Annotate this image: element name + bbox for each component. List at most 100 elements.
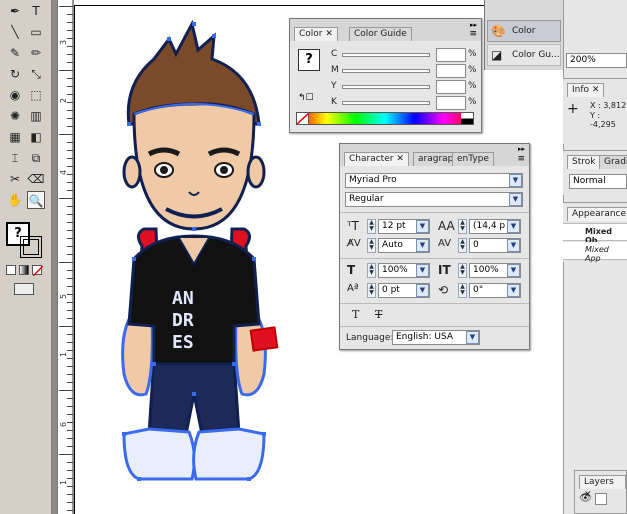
stepper-arrows[interactable]: ▲ ▼ bbox=[458, 238, 467, 253]
ruler-tick bbox=[67, 302, 73, 303]
zoom-field[interactable]: 200% bbox=[566, 53, 627, 68]
mesh-tool[interactable]: ▦ bbox=[6, 128, 24, 146]
tab-info[interactable]: Info ✕ bbox=[567, 83, 605, 97]
hand-tool[interactable]: ✋ bbox=[6, 191, 24, 209]
baseline-shift-field[interactable]: 0 pt ▼ bbox=[378, 283, 430, 298]
font-family-select[interactable]: Myriad Pro ▼ bbox=[345, 173, 523, 188]
ruler-tick bbox=[67, 478, 73, 479]
horizontal-scale-field[interactable]: 100% ▼ bbox=[378, 263, 430, 278]
channel-unit: % bbox=[468, 81, 477, 91]
ruler-tick bbox=[67, 406, 73, 407]
eraser-tool[interactable]: ⌫ bbox=[27, 170, 45, 188]
none-mode-icon[interactable] bbox=[32, 265, 44, 277]
tab-appearance[interactable]: Appearance bbox=[567, 207, 627, 221]
chevron-down-icon[interactable]: ▼ bbox=[507, 220, 520, 233]
stepper-arrows[interactable]: ▲ ▼ bbox=[458, 263, 467, 278]
scale-tool[interactable]: ⤡ bbox=[27, 65, 45, 83]
tab-color[interactable]: Color ✕ bbox=[294, 27, 338, 41]
channel-value-field[interactable] bbox=[436, 64, 466, 78]
zoom-tool[interactable]: 🔍 bbox=[27, 191, 45, 209]
panel-collapse-icon[interactable]: ▸▸ bbox=[470, 21, 477, 29]
channel-value-field[interactable] bbox=[436, 80, 466, 94]
chevron-down-icon[interactable]: ▼ bbox=[507, 239, 520, 252]
list-item[interactable]: Mixed App bbox=[563, 242, 627, 263]
kerning-field[interactable]: Auto ▼ bbox=[378, 238, 430, 253]
none-swap-icon[interactable]: ↰☐ bbox=[298, 93, 314, 103]
tab-gradient[interactable]: Gradie bbox=[599, 155, 627, 169]
chevron-down-icon[interactable]: ▼ bbox=[466, 331, 479, 344]
warp-tool[interactable]: ◉ bbox=[6, 86, 24, 104]
channel-value-field[interactable] bbox=[436, 48, 466, 62]
pen-tool[interactable]: ✒ bbox=[6, 2, 24, 20]
chevron-down-icon[interactable]: ▼ bbox=[507, 264, 520, 277]
none-swatch[interactable] bbox=[296, 112, 310, 125]
stepper-arrows[interactable]: ▲ ▼ bbox=[458, 219, 467, 234]
channel-slider[interactable] bbox=[342, 69, 430, 73]
gradient-mode-icon[interactable] bbox=[19, 265, 29, 275]
tab-opentype[interactable]: enType bbox=[452, 152, 494, 166]
channel-row: M% bbox=[290, 64, 480, 78]
blend-tool[interactable]: ⧉ bbox=[27, 149, 45, 167]
blend-mode-select[interactable]: Normal bbox=[569, 174, 627, 189]
rotate-tool[interactable]: ↻ bbox=[6, 65, 24, 83]
paintbrush-tool[interactable]: ✎ bbox=[6, 44, 24, 62]
chevron-down-icon[interactable]: ▼ bbox=[416, 239, 429, 252]
panel-menu-icon[interactable]: ≡ bbox=[469, 29, 477, 39]
character-rotation-field[interactable]: 0° ▼ bbox=[469, 283, 521, 298]
chevron-down-icon[interactable]: ▼ bbox=[416, 264, 429, 277]
dock-button-color[interactable]: 🎨 Color bbox=[487, 20, 561, 42]
underline-icon[interactable]: T bbox=[352, 308, 359, 321]
leading-field[interactable]: (14,4 p ▼ bbox=[469, 219, 521, 234]
chevron-down-icon[interactable]: ▼ bbox=[509, 193, 522, 206]
tab-color-guide[interactable]: Color Guide bbox=[349, 27, 412, 41]
vertical-scale-field[interactable]: 100% ▼ bbox=[469, 263, 521, 278]
font-size-field[interactable]: 12 pt ▼ bbox=[378, 219, 430, 234]
tab-layers[interactable]: Layers ✕ bbox=[579, 475, 626, 500]
screen-mode-icon[interactable] bbox=[14, 283, 34, 295]
symbol-sprayer-tool[interactable]: ✺ bbox=[6, 107, 24, 125]
channel-value-field[interactable] bbox=[436, 96, 466, 110]
channel-slider[interactable] bbox=[342, 101, 430, 105]
black-white-swatch[interactable] bbox=[461, 113, 473, 124]
panel-collapse-icon[interactable]: ▸▸ bbox=[518, 145, 525, 153]
free-transform-tool[interactable]: ⬚ bbox=[27, 86, 45, 104]
chevron-down-icon[interactable]: ▼ bbox=[507, 284, 520, 297]
ruler-tick bbox=[67, 142, 73, 143]
color-spectrum-bar[interactable] bbox=[296, 112, 474, 125]
strikethrough-icon[interactable]: T bbox=[375, 308, 382, 321]
chevron-down-icon[interactable]: ▼ bbox=[416, 220, 429, 233]
tab-character[interactable]: Character ✕ bbox=[344, 152, 409, 166]
ruler-tick bbox=[67, 54, 73, 55]
language-select[interactable]: English: USA ▼ bbox=[392, 330, 480, 345]
chevron-down-icon[interactable]: ▼ bbox=[416, 284, 429, 297]
pencil-tool[interactable]: ✏ bbox=[27, 44, 45, 62]
panel-menu-icon[interactable]: ≡ bbox=[517, 154, 525, 164]
column-graph-tool[interactable]: ▥ bbox=[27, 107, 45, 125]
stepper-arrows[interactable]: ▲ ▼ bbox=[367, 283, 376, 298]
close-icon[interactable]: ✕ bbox=[325, 29, 333, 39]
stepper-arrows[interactable]: ▲ ▼ bbox=[367, 238, 376, 253]
dock-button-color-guide[interactable]: ◪ Color Gu... bbox=[487, 44, 561, 66]
stepper-arrows[interactable]: ▲ ▼ bbox=[458, 283, 467, 298]
slice-tool[interactable]: ✂ bbox=[6, 170, 24, 188]
lock-toggle[interactable] bbox=[595, 493, 607, 505]
stepper-arrows[interactable]: ▲ ▼ bbox=[367, 263, 376, 278]
chevron-down-icon[interactable]: ▼ bbox=[509, 174, 522, 187]
channel-slider[interactable] bbox=[342, 85, 430, 89]
rectangle-tool[interactable]: ▭ bbox=[27, 23, 45, 41]
tab-stroke[interactable]: Strok bbox=[567, 155, 601, 169]
channel-slider[interactable] bbox=[342, 53, 430, 57]
character-artwork[interactable]: AN DR ES bbox=[94, 14, 294, 504]
type-tool[interactable]: T bbox=[27, 2, 45, 20]
close-icon[interactable]: ✕ bbox=[396, 154, 404, 164]
color-mode-icon[interactable] bbox=[6, 265, 16, 275]
eyedropper-tool[interactable]: ⌶ bbox=[6, 149, 24, 167]
stroke-swatch[interactable] bbox=[20, 236, 42, 258]
font-style-select[interactable]: Regular ▼ bbox=[345, 192, 523, 207]
line-tool[interactable]: ╲ bbox=[6, 23, 24, 41]
stepper-arrows[interactable]: ▲ ▼ bbox=[367, 219, 376, 234]
list-item[interactable]: Mixed Ob bbox=[563, 223, 627, 245]
eye-icon[interactable]: 👁 bbox=[579, 493, 592, 504]
tracking-field[interactable]: 0 ▼ bbox=[469, 238, 521, 253]
gradient-tool[interactable]: ◧ bbox=[27, 128, 45, 146]
